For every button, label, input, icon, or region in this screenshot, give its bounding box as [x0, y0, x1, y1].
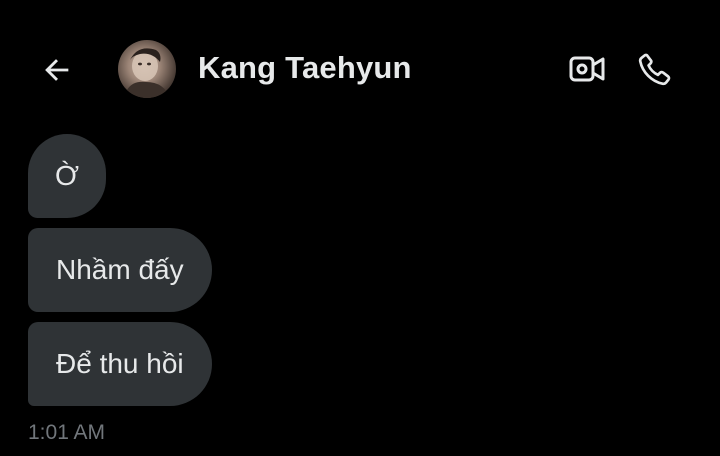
message-bubble[interactable]: Nhầm đấy	[28, 228, 212, 312]
back-button[interactable]	[38, 51, 76, 89]
phone-icon	[638, 53, 671, 86]
message-bubble[interactable]: Ờ	[28, 134, 106, 218]
voice-call-button[interactable]	[634, 48, 676, 90]
arrow-left-icon	[45, 59, 69, 81]
video-camera-icon	[569, 56, 605, 82]
message-bubble[interactable]: Để thu hồi	[28, 322, 212, 406]
contact-name[interactable]: Kang Taehyun	[198, 50, 412, 86]
message-timestamp: 1:01 AM	[28, 421, 106, 444]
video-call-button[interactable]	[566, 50, 608, 88]
avatar[interactable]	[118, 40, 176, 98]
conversation-header: Kang Taehyun	[0, 0, 720, 140]
